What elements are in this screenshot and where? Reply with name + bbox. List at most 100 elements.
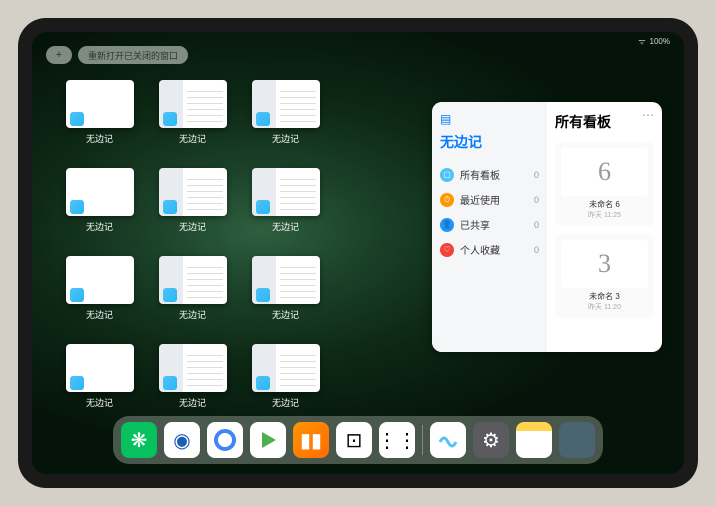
thumb-preview bbox=[66, 256, 134, 304]
window-thumbnail[interactable]: 无边记 bbox=[248, 256, 323, 334]
panel-app-title: 无边记 bbox=[440, 132, 539, 152]
thumb-label: 无边记 bbox=[272, 308, 299, 321]
sidebar-item-all-boards[interactable]: ▢ 所有看板 0 bbox=[440, 162, 539, 187]
window-thumbnail[interactable]: 无边记 bbox=[62, 168, 137, 246]
board-preview: 6 bbox=[561, 148, 648, 196]
item-label: 已共享 bbox=[460, 217, 490, 232]
gear-icon: ⚙ bbox=[482, 428, 500, 453]
sidebar-item-shared[interactable]: 👤 已共享 0 bbox=[440, 212, 539, 237]
window-thumbnail[interactable]: 无边记 bbox=[155, 256, 230, 334]
wifi-icon: ᯤ bbox=[638, 36, 645, 47]
dock-app-library[interactable] bbox=[559, 422, 595, 458]
thumb-preview bbox=[66, 344, 134, 392]
window-thumbnail[interactable]: 无边记 bbox=[155, 168, 230, 246]
item-count: 0 bbox=[534, 245, 539, 255]
thumb-preview bbox=[159, 168, 227, 216]
nodes-icon: ⋮⋮ bbox=[377, 428, 417, 453]
thumb-preview bbox=[66, 168, 134, 216]
wechat-icon: ❋ bbox=[131, 428, 148, 453]
thumb-label: 无边记 bbox=[179, 396, 206, 409]
books-icon: ▮▮ bbox=[300, 428, 322, 453]
window-thumbnail[interactable]: 无边记 bbox=[155, 80, 230, 158]
dock-app-wechat[interactable]: ❋ bbox=[121, 422, 157, 458]
window-thumbnail[interactable]: 无边记 bbox=[62, 80, 137, 158]
thumb-label: 无边记 bbox=[179, 220, 206, 233]
item-label: 个人收藏 bbox=[460, 242, 500, 257]
battery-label: 100% bbox=[650, 37, 670, 46]
dock-app-settings[interactable]: ⚙ bbox=[473, 422, 509, 458]
dock-app-play[interactable] bbox=[250, 422, 286, 458]
panel-toolbar: ▤ bbox=[440, 112, 539, 126]
item-count: 0 bbox=[534, 220, 539, 230]
freeform-icon bbox=[256, 376, 270, 390]
sidebar-item-favorites[interactable]: ♡ 个人收藏 0 bbox=[440, 237, 539, 262]
heart-icon: ♡ bbox=[440, 243, 454, 257]
board-date: 昨天 11:20 bbox=[561, 302, 648, 312]
dock-app-books[interactable]: ▮▮ bbox=[293, 422, 329, 458]
screen: ᯤ 100% + 重新打开已关闭的窗口 无边记 无边记 无边记 无边记 无边记 … bbox=[32, 32, 684, 474]
top-controls: + 重新打开已关闭的窗口 bbox=[46, 46, 188, 64]
play-icon bbox=[258, 430, 278, 450]
freeform-icon bbox=[163, 288, 177, 302]
freeform-icon bbox=[70, 112, 84, 126]
sidebar-toggle-icon[interactable]: ▤ bbox=[440, 112, 451, 126]
freeform-icon bbox=[256, 112, 270, 126]
panel-sidebar: ▤ 无边记 ▢ 所有看板 0 ⏱最近使用0 👤 已共享 0 ♡ 个人收藏 0 bbox=[432, 102, 547, 352]
window-thumbnail[interactable]: 无边记 bbox=[62, 256, 137, 334]
window-thumbnail[interactable]: 无边记 bbox=[155, 344, 230, 422]
thumb-preview bbox=[159, 344, 227, 392]
freeform-icon bbox=[163, 112, 177, 126]
status-bar: ᯤ 100% bbox=[638, 36, 670, 47]
window-thumbnail[interactable]: 无边记 bbox=[248, 168, 323, 246]
thumb-label: 无边记 bbox=[86, 132, 113, 145]
thumb-label: 无边记 bbox=[179, 132, 206, 145]
thumb-preview bbox=[252, 344, 320, 392]
freeform-icon bbox=[436, 428, 460, 452]
dock-app-nodes[interactable]: ⋮⋮ bbox=[379, 422, 415, 458]
person-icon: 👤 bbox=[440, 218, 454, 232]
item-count: 0 bbox=[534, 195, 539, 205]
dock-app-freeform[interactable] bbox=[430, 422, 466, 458]
thumb-preview bbox=[159, 256, 227, 304]
thumb-preview bbox=[159, 80, 227, 128]
clock-icon: ⏱ bbox=[440, 193, 454, 207]
freeform-icon bbox=[70, 288, 84, 302]
dock-app-hd[interactable]: ◉ bbox=[164, 422, 200, 458]
item-label: 所有看板 bbox=[460, 167, 500, 182]
freeform-sidebar-panel[interactable]: ▤ 无边记 ▢所有看板0 ⏱最近使用0 👤已共享0 ♡个人收藏0 ⋯ 所有看板 … bbox=[432, 102, 662, 352]
thumb-label: 无边记 bbox=[272, 132, 299, 145]
thumb-label: 无边记 bbox=[179, 308, 206, 321]
panel-section-title: 所有看板 bbox=[555, 112, 654, 132]
thumb-label: 无边记 bbox=[272, 220, 299, 233]
grid-icon: ▢ bbox=[440, 168, 454, 182]
new-window-button[interactable]: + bbox=[46, 46, 72, 64]
thumb-preview bbox=[66, 80, 134, 128]
window-thumbnail[interactable]: 无边记 bbox=[248, 80, 323, 158]
board-name: 未命名 6 bbox=[561, 199, 648, 210]
board-card[interactable]: 3 未命名 3 昨天 11:20 bbox=[555, 234, 654, 318]
window-thumbnail[interactable]: 无边记 bbox=[62, 344, 137, 422]
reopen-closed-window-button[interactable]: 重新打开已关闭的窗口 bbox=[78, 46, 188, 64]
hd-icon: ◉ bbox=[173, 428, 190, 453]
thumb-label: 无边记 bbox=[86, 396, 113, 409]
thumb-preview bbox=[252, 168, 320, 216]
dock-app-dice[interactable]: ⊡ bbox=[336, 422, 372, 458]
reopen-label: 重新打开已关闭的窗口 bbox=[88, 49, 178, 62]
freeform-icon bbox=[163, 200, 177, 214]
thumb-preview bbox=[252, 256, 320, 304]
plus-icon: + bbox=[56, 49, 62, 61]
freeform-icon bbox=[256, 200, 270, 214]
freeform-icon bbox=[256, 288, 270, 302]
item-count: 0 bbox=[534, 170, 539, 180]
dock-app-browser[interactable] bbox=[207, 422, 243, 458]
board-card[interactable]: 6 未命名 6 昨天 11:25 bbox=[555, 142, 654, 226]
circle-icon bbox=[213, 428, 237, 452]
freeform-icon bbox=[70, 376, 84, 390]
window-thumbnail[interactable]: 无边记 bbox=[248, 344, 323, 422]
sidebar-item-recent[interactable]: ⏱最近使用0 bbox=[440, 187, 539, 212]
board-name: 未命名 3 bbox=[561, 291, 648, 302]
dock: ❋ ◉ ▮▮ ⊡ ⋮⋮ ⚙ bbox=[113, 416, 603, 464]
more-icon[interactable]: ⋯ bbox=[642, 108, 654, 122]
freeform-icon bbox=[70, 200, 84, 214]
dock-app-notes[interactable] bbox=[516, 422, 552, 458]
